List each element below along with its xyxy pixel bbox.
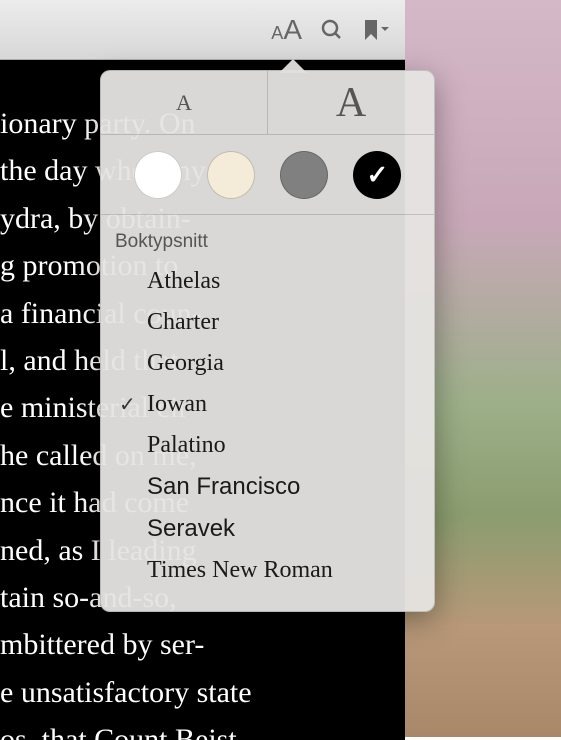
font-list: Boktypsnitt AthelasCharterGeorgia✓IowanP… xyxy=(101,215,434,611)
font-name-label: Palatino xyxy=(147,432,226,459)
checkmark-icon: ✓ xyxy=(119,392,147,417)
font-option-seravek[interactable]: Seravek xyxy=(101,508,434,550)
font-option-san-francisco[interactable]: San Francisco xyxy=(101,466,434,508)
text-size-controls: A A xyxy=(101,71,434,135)
increase-text-size-button[interactable]: A xyxy=(268,71,434,134)
reader-toolbar: AA xyxy=(0,0,405,60)
theme-black-button[interactable] xyxy=(353,151,401,199)
theme-controls xyxy=(101,135,434,215)
theme-gray-button[interactable] xyxy=(280,151,328,199)
font-option-charter[interactable]: Charter xyxy=(101,302,434,343)
font-name-label: Times New Roman xyxy=(147,557,333,584)
decrease-text-size-button[interactable]: A xyxy=(101,71,268,134)
search-icon[interactable] xyxy=(320,18,344,42)
theme-white-button[interactable] xyxy=(134,151,182,199)
text-appearance-icon[interactable]: AA xyxy=(271,14,302,46)
bookmark-icon[interactable] xyxy=(362,18,390,42)
theme-sepia-button[interactable] xyxy=(207,151,255,199)
font-name-label: Georgia xyxy=(147,350,224,377)
font-option-georgia[interactable]: Georgia xyxy=(101,343,434,384)
font-option-times-new-roman[interactable]: Times New Roman xyxy=(101,550,434,591)
appearance-popover: A A Boktypsnitt AthelasCharterGeorgia✓Io… xyxy=(100,70,435,612)
font-name-label: Iowan xyxy=(147,391,207,418)
font-name-label: Charter xyxy=(147,309,219,336)
font-name-label: San Francisco xyxy=(147,473,300,501)
font-name-label: Athelas xyxy=(147,268,220,295)
font-option-palatino[interactable]: Palatino xyxy=(101,425,434,466)
font-list-header: Boktypsnitt xyxy=(101,227,434,261)
font-option-iowan[interactable]: ✓Iowan xyxy=(101,384,434,425)
font-option-athelas[interactable]: Athelas xyxy=(101,261,434,302)
font-name-label: Seravek xyxy=(147,515,235,543)
